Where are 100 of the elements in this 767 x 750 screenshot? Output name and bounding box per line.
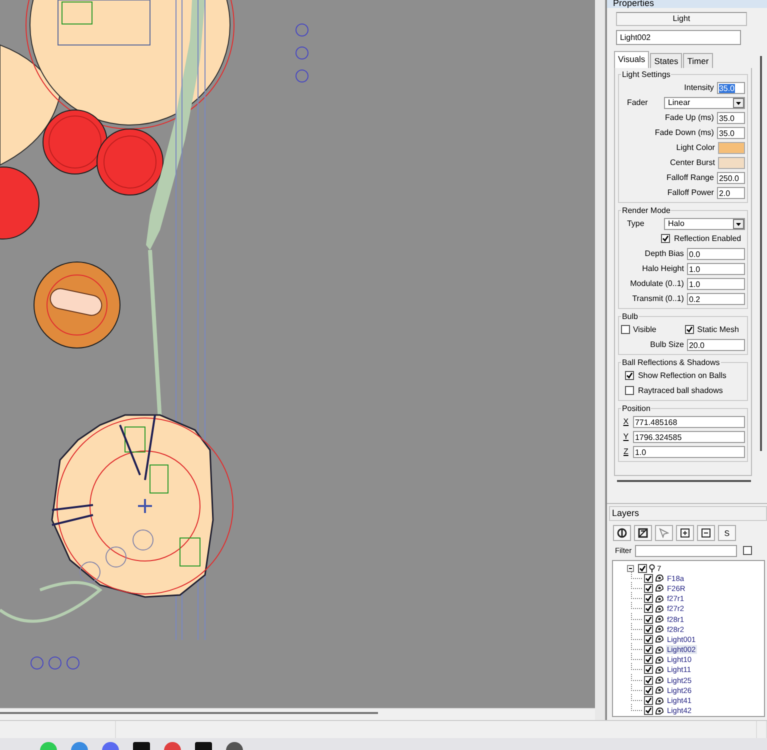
light-object-icon <box>654 635 664 644</box>
input-field[interactable]: 0.0 <box>686 248 745 260</box>
input-field[interactable]: 2.0 <box>716 186 745 198</box>
checkbox-label: Visible <box>632 325 656 334</box>
input-field[interactable]: 35.0 <box>716 82 745 94</box>
checkbox[interactable] <box>644 584 653 593</box>
post-marker-icon <box>296 70 308 82</box>
light-object-icon <box>654 594 664 603</box>
field-label: Falloff Range <box>666 173 715 182</box>
field-label: Center Burst <box>670 158 716 167</box>
checkbox[interactable] <box>644 604 653 614</box>
input-field[interactable]: 20.0 <box>686 338 745 350</box>
post-marker-icon <box>48 656 62 670</box>
field-label: Fader <box>626 98 649 107</box>
add-icon[interactable] <box>676 525 694 541</box>
post-marker-icon <box>30 656 44 670</box>
color-swatch[interactable] <box>718 156 745 168</box>
checkbox[interactable] <box>620 325 630 334</box>
object-type-label: Light <box>616 12 747 26</box>
playfield-canvas[interactable] <box>0 0 595 708</box>
color-swatch[interactable] <box>718 142 745 154</box>
checkbox-label: Show Reflection on Balls <box>638 371 726 380</box>
field-label: Falloff Power <box>667 188 715 197</box>
input-field[interactable]: 250.0 <box>716 172 745 184</box>
group-title: Position <box>620 404 652 413</box>
input-field[interactable]: 1.0 <box>686 278 745 290</box>
field-label: Halo Height <box>642 264 685 273</box>
field-label: Depth Bias <box>644 249 685 258</box>
light-object-icon <box>654 574 664 582</box>
input-field[interactable]: 1.0 <box>686 262 745 274</box>
collapse-icon[interactable] <box>626 564 634 572</box>
checkbox-label: Static Mesh <box>697 325 739 334</box>
name-field[interactable]: Light002 <box>616 30 741 45</box>
field-label: Y <box>622 432 630 441</box>
field-label: Bulb Size <box>650 340 685 349</box>
light-object-icon <box>654 676 664 684</box>
checkbox-label: Raytraced ball shadows <box>638 386 723 395</box>
field-label: Type <box>626 219 646 228</box>
checkbox[interactable] <box>644 594 653 604</box>
checkbox[interactable] <box>644 676 653 685</box>
vertical-scrollbar[interactable] <box>760 56 762 451</box>
input-field[interactable]: 35.0 <box>716 112 745 124</box>
tab[interactable]: Timer <box>683 53 713 68</box>
field-label: Light Color <box>676 143 716 152</box>
input-field[interactable]: 1796.324585 <box>632 430 745 442</box>
field-label: Transmit (0..1) <box>632 294 685 303</box>
toggle-icon[interactable] <box>612 525 631 541</box>
dropdown[interactable]: Linear <box>664 96 745 108</box>
dropdown[interactable]: Halo <box>664 218 745 230</box>
light-object-icon <box>654 604 664 613</box>
checkbox[interactable] <box>644 696 653 706</box>
field-label: X <box>622 417 630 426</box>
filter-field[interactable] <box>634 544 737 556</box>
checkbox[interactable] <box>644 655 653 664</box>
input-field[interactable]: 0.2 <box>686 292 745 304</box>
checkbox[interactable] <box>644 624 653 634</box>
group-title: Ball Reflections & Shadows <box>620 358 721 367</box>
field-label: Fade Down (ms) <box>654 128 715 137</box>
checkbox-label: Reflection Enabled <box>674 234 742 243</box>
input-field[interactable]: 35.0 <box>716 126 745 138</box>
post-marker-icon <box>66 656 80 670</box>
checkbox[interactable] <box>624 371 634 380</box>
bulb-icon <box>648 564 655 573</box>
light-object-icon <box>654 646 664 654</box>
light-object-icon <box>654 584 664 592</box>
group-title: Bulb <box>620 312 639 321</box>
checkbox[interactable] <box>644 706 653 716</box>
checkbox[interactable] <box>644 634 653 644</box>
checkbox[interactable] <box>644 574 653 583</box>
light-object-icon <box>654 706 664 715</box>
light-object-icon <box>654 656 664 664</box>
panel-title: Layers <box>608 506 767 521</box>
light-object-icon <box>654 666 664 674</box>
crossed-box-icon[interactable] <box>634 525 652 541</box>
group-title: Render Mode <box>620 206 672 215</box>
field-label: Fade Up (ms) <box>665 113 715 122</box>
field-label: Z <box>622 447 630 456</box>
checkbox[interactable] <box>644 686 653 695</box>
checkbox[interactable] <box>644 614 653 624</box>
checkbox[interactable] <box>638 564 647 573</box>
field-label: Intensity <box>684 83 715 92</box>
checkbox[interactable] <box>685 325 694 334</box>
s-button[interactable]: S <box>718 525 736 541</box>
light-object-icon <box>654 686 664 694</box>
group-title: Light Settings <box>620 70 672 79</box>
checkbox[interactable] <box>742 546 752 555</box>
light-object-icon <box>654 696 664 705</box>
light-object-icon <box>654 625 664 634</box>
checkbox[interactable] <box>660 234 670 243</box>
tab[interactable]: States <box>650 53 682 68</box>
post-marker-icon <box>296 24 308 36</box>
remove-icon[interactable] <box>696 525 715 541</box>
checkbox[interactable] <box>624 386 634 395</box>
checkbox[interactable] <box>644 665 653 674</box>
checkbox[interactable] <box>644 645 653 654</box>
post-marker-icon <box>296 46 308 60</box>
tab[interactable]: Visuals <box>614 51 650 68</box>
light-object-icon <box>654 615 664 624</box>
input-field[interactable]: 771.485168 <box>632 416 745 428</box>
input-field[interactable]: 1.0 <box>632 446 745 458</box>
